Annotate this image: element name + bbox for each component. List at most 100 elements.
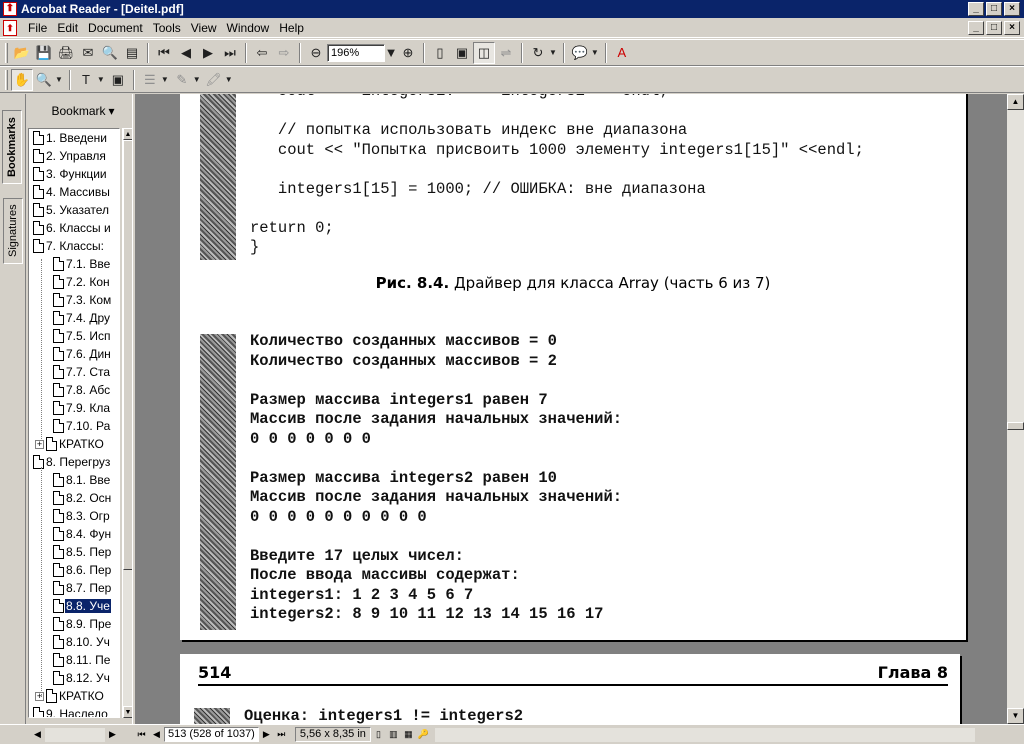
bookmark-item[interactable]: 7.10. Ра: [53, 417, 119, 435]
expand-icon[interactable]: +: [35, 691, 44, 701]
zoom-out-icon[interactable]: ⊖: [305, 42, 327, 64]
nav-horizontal-scrollbar[interactable]: [45, 727, 105, 742]
bookmark-item[interactable]: 4. Массивы: [33, 183, 119, 201]
facing-icon[interactable]: ▦: [401, 727, 416, 742]
document-scrollbar[interactable]: ▲ ▼: [1007, 94, 1024, 724]
menu-edit[interactable]: Edit: [52, 21, 83, 35]
bookmark-item[interactable]: 7.3. Ком: [53, 291, 119, 309]
zoom-tool-dropdown-icon[interactable]: ▼: [55, 75, 63, 84]
toolbar-grip[interactable]: [5, 69, 8, 90]
print-icon[interactable]: 🖨: [55, 42, 77, 64]
go-forward-icon[interactable]: ⇨: [273, 42, 295, 64]
bookmark-item[interactable]: 6. Классы и: [33, 219, 119, 237]
note-dropdown-icon[interactable]: ▼: [161, 75, 169, 84]
text-select-icon[interactable]: T: [75, 69, 97, 91]
pencil-dropdown-icon[interactable]: ▼: [193, 75, 201, 84]
tab-bookmarks[interactable]: Bookmarks: [2, 110, 22, 184]
last-page-icon[interactable]: ⏭: [219, 42, 241, 64]
first-page-icon[interactable]: ⏮: [153, 42, 175, 64]
bookmark-menu-button[interactable]: Bookmark ▾: [26, 94, 132, 128]
bookmark-item[interactable]: 7.8. Абс: [53, 381, 119, 399]
page-number-field[interactable]: 513 (528 of 1037): [164, 727, 259, 742]
next-page-icon[interactable]: ▶: [259, 727, 274, 742]
scroll-left-icon[interactable]: ◀: [30, 727, 45, 742]
doc-minimize-button[interactable]: _: [968, 20, 984, 35]
next-page-icon[interactable]: ▶: [197, 42, 219, 64]
bookmark-item[interactable]: 8.3. Огр: [53, 507, 119, 525]
bookmark-item[interactable]: 8.5. Пер: [53, 543, 119, 561]
zoom-in-icon[interactable]: ⊕: [397, 42, 419, 64]
bookmark-item[interactable]: 7.7. Ста: [53, 363, 119, 381]
menu-view[interactable]: View: [186, 21, 222, 35]
comment-icon[interactable]: 💬: [569, 42, 591, 64]
bookmark-item[interactable]: 8.8. Уче: [53, 597, 119, 615]
single-page-icon[interactable]: ▯: [371, 727, 386, 742]
last-page-icon[interactable]: ⏭: [274, 727, 289, 742]
email-icon[interactable]: ✉: [77, 42, 99, 64]
menu-tools[interactable]: Tools: [148, 21, 186, 35]
bookmark-item[interactable]: 8. Перегруз: [33, 453, 119, 471]
scroll-right-icon[interactable]: ▶: [105, 727, 120, 742]
bookmark-item[interactable]: + КРАТКО: [35, 435, 119, 453]
doc-restore-button[interactable]: □: [986, 20, 1002, 35]
document-icon[interactable]: ⬆: [3, 19, 17, 36]
zoom-dropdown-icon[interactable]: ▼: [385, 42, 398, 64]
rotate-dropdown-icon[interactable]: ▼: [549, 48, 557, 57]
document-scroll-thumb[interactable]: [1007, 422, 1024, 430]
document-view[interactable]: cout << "integers1:" << integers1 << end…: [136, 94, 1007, 724]
highlight-tool-icon[interactable]: 🖍: [203, 69, 225, 91]
bookmark-item[interactable]: 8.12. Уч: [53, 669, 119, 687]
save-icon[interactable]: 💾: [33, 42, 55, 64]
tab-signatures[interactable]: Signatures: [3, 198, 23, 264]
bookmark-item[interactable]: 7. Классы:: [33, 237, 119, 255]
rotate-icon[interactable]: ↻: [527, 42, 549, 64]
previous-page-icon[interactable]: ◀: [175, 42, 197, 64]
bookmark-item[interactable]: 8.4. Фун: [53, 525, 119, 543]
bookmark-item[interactable]: 7.4. Дру: [53, 309, 119, 327]
bookmark-item[interactable]: 7.2. Кон: [53, 273, 119, 291]
first-page-icon[interactable]: ⏮: [134, 727, 149, 742]
highlight-dropdown-icon[interactable]: ▼: [225, 75, 233, 84]
maximize-button[interactable]: □: [986, 2, 1002, 16]
previous-page-icon[interactable]: ◀: [149, 727, 164, 742]
bookmark-item[interactable]: 5. Указател: [33, 201, 119, 219]
zoom-tool-icon[interactable]: 🔍: [33, 69, 55, 91]
bookmark-item[interactable]: 7.6. Дин: [53, 345, 119, 363]
bookmark-item[interactable]: 8.10. Уч: [53, 633, 119, 651]
navigation-pane-icon[interactable]: ▤: [121, 42, 143, 64]
menu-help[interactable]: Help: [274, 21, 309, 35]
menu-window[interactable]: Window: [222, 21, 275, 35]
bookmark-item[interactable]: 8.6. Пер: [53, 561, 119, 579]
text-select-dropdown-icon[interactable]: ▼: [97, 75, 105, 84]
close-button[interactable]: ×: [1004, 2, 1020, 16]
bookmark-item[interactable]: 1. Введени: [33, 129, 119, 147]
minimize-button[interactable]: _: [968, 2, 984, 16]
bookmark-item[interactable]: 7.5. Исп: [53, 327, 119, 345]
bookmark-item[interactable]: 8.9. Пре: [53, 615, 119, 633]
bookmark-item[interactable]: 8.7. Пер: [53, 579, 119, 597]
bookmark-item[interactable]: 7.1. Вве: [53, 255, 119, 273]
document-horizontal-scrollbar[interactable]: [434, 727, 975, 742]
note-tool-icon[interactable]: ☰: [139, 69, 161, 91]
go-back-icon[interactable]: ⇦: [251, 42, 273, 64]
actual-size-icon[interactable]: ▯: [429, 42, 451, 64]
bookmark-item[interactable]: 3. Функции: [33, 165, 119, 183]
bookmark-item[interactable]: + КРАТКО: [35, 687, 119, 705]
comment-dropdown-icon[interactable]: ▼: [591, 48, 599, 57]
zoom-input[interactable]: 196%: [327, 43, 385, 62]
continuous-icon[interactable]: ▥: [386, 727, 401, 742]
expand-icon[interactable]: +: [35, 439, 44, 449]
reflow-icon[interactable]: ⇌: [495, 42, 517, 64]
bookmark-item[interactable]: 7.9. Кла: [53, 399, 119, 417]
bookmark-item[interactable]: 8.1. Вве: [53, 471, 119, 489]
bookmark-item[interactable]: 2. Управля: [33, 147, 119, 165]
doc-close-button[interactable]: ×: [1004, 20, 1020, 35]
bookmark-item[interactable]: 9. Наследо: [33, 705, 119, 717]
open-icon[interactable]: 📂: [11, 42, 33, 64]
bookmark-item[interactable]: 8.11. Пе: [53, 651, 119, 669]
bookmark-scrollbar[interactable]: ▲ ▼: [122, 128, 133, 718]
fit-width-icon[interactable]: ◫: [473, 41, 495, 64]
toolbar-grip[interactable]: [5, 42, 8, 63]
bookmark-item[interactable]: 8.2. Осн: [53, 489, 119, 507]
menu-file[interactable]: File: [23, 21, 52, 35]
